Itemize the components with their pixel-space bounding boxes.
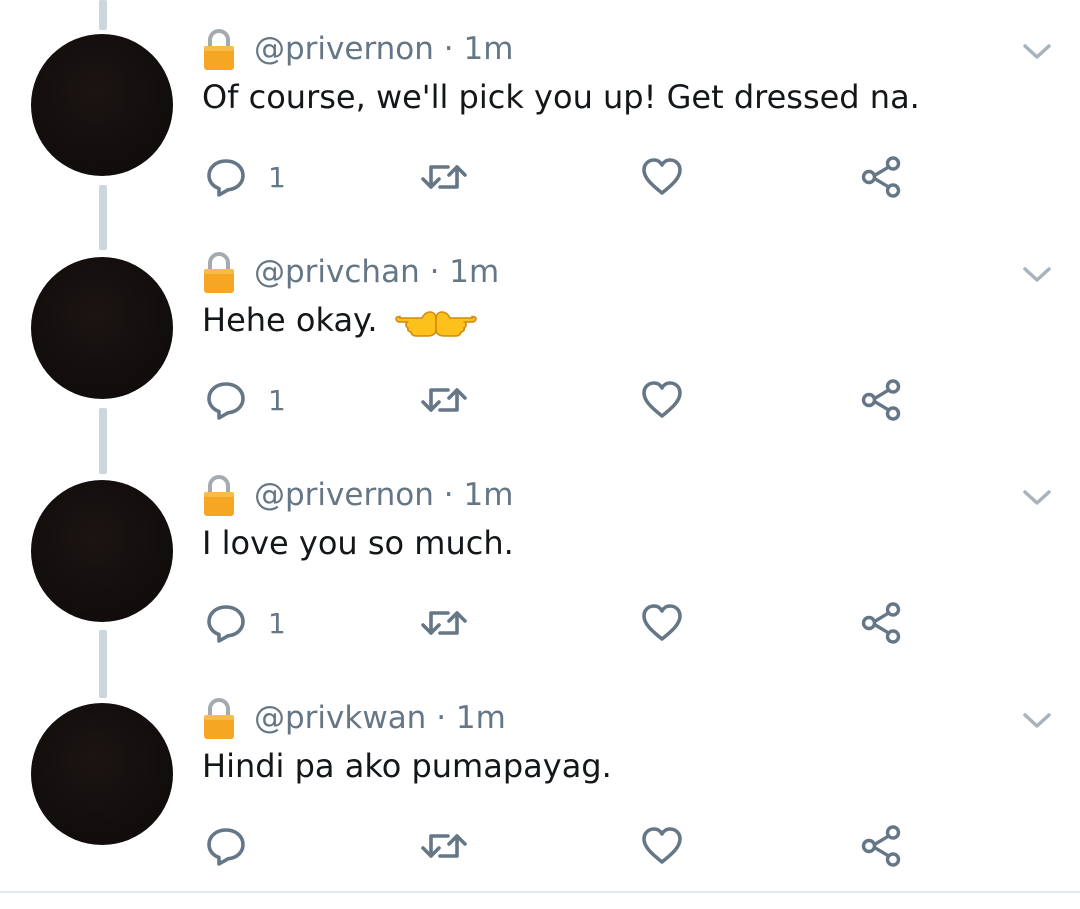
user-handle[interactable]: @privkwan <box>254 700 426 736</box>
retweet-button[interactable] <box>418 375 470 425</box>
retweet-icon <box>421 388 467 412</box>
share-button[interactable] <box>860 375 904 425</box>
tweet-header: @privernon · 1m <box>202 470 513 520</box>
chevron-down-icon[interactable] <box>1018 705 1056 735</box>
share-button[interactable] <box>860 598 904 648</box>
divider <box>0 891 1080 893</box>
retweet-button[interactable] <box>418 152 470 202</box>
lock-icon <box>204 252 234 293</box>
timestamp[interactable]: 1m <box>449 254 499 290</box>
reply-icon <box>207 828 245 866</box>
reply-count: 1 <box>268 160 286 194</box>
heart-icon <box>642 158 682 195</box>
timestamp[interactable]: 1m <box>456 700 506 736</box>
separator: · <box>426 700 456 736</box>
share-icon <box>861 602 901 644</box>
reply-count: 1 <box>268 606 286 640</box>
retweet-button[interactable] <box>418 821 470 871</box>
chevron-down-icon[interactable] <box>1018 36 1056 66</box>
tweet-header: @privchan · 1m <box>202 247 499 297</box>
user-handle[interactable]: @privernon <box>254 31 434 67</box>
retweet-icon <box>421 611 467 635</box>
tweet-actions: 1 <box>0 598 1080 648</box>
like-button[interactable] <box>640 152 684 202</box>
share-icon <box>861 156 901 198</box>
timestamp[interactable]: 1m <box>463 477 513 513</box>
like-button[interactable] <box>640 821 684 871</box>
separator: · <box>433 477 464 513</box>
separator: · <box>419 254 450 290</box>
tweet-text-content: Hehe okay. <box>202 301 378 339</box>
chevron-down-icon[interactable] <box>1018 259 1056 289</box>
share-button[interactable] <box>860 821 904 871</box>
user-handle[interactable]: @privernon <box>254 477 434 513</box>
reply-button[interactable]: 1 <box>204 598 286 648</box>
heart-icon <box>642 604 682 641</box>
like-button[interactable] <box>640 375 684 425</box>
share-icon <box>861 379 901 421</box>
tweet-text-content: Of course, we'll pick you up! Get dresse… <box>202 78 920 116</box>
tweet[interactable]: @privernon · 1m I love you so much. 1 <box>0 446 1080 669</box>
reply-button[interactable]: 1 <box>204 152 286 202</box>
lock-icon <box>204 475 234 516</box>
like-button[interactable] <box>640 598 684 648</box>
tweet-actions <box>0 821 1080 871</box>
tweet-text-content: Hindi pa ako pumapayag. <box>202 747 612 785</box>
tweet[interactable]: @privchan · 1m Hehe okay. 1 <box>0 223 1080 446</box>
tweet-text: Hindi pa ako pumapayag. <box>202 743 612 789</box>
tweet[interactable]: @privernon · 1m Of course, we'll pick yo… <box>0 0 1080 223</box>
retweet-icon <box>421 165 467 189</box>
heart-icon <box>642 381 682 418</box>
retweet-button[interactable] <box>418 598 470 648</box>
share-button[interactable] <box>860 152 904 202</box>
lock-icon <box>204 698 234 739</box>
chevron-down-icon[interactable] <box>1018 482 1056 512</box>
share-icon <box>861 825 901 867</box>
tweet-actions: 1 <box>0 152 1080 202</box>
tweet-header: @privernon · 1m <box>202 24 513 74</box>
reply-icon <box>207 605 245 643</box>
timestamp[interactable]: 1m <box>463 31 513 67</box>
tweet-text-content: I love you so much. <box>202 524 514 562</box>
tweet[interactable]: @privkwan · 1m Hindi pa ako pumapayag. <box>0 669 1080 892</box>
reply-count: 1 <box>268 383 286 417</box>
reply-button[interactable]: 1 <box>204 375 286 425</box>
tweet-actions: 1 <box>0 375 1080 425</box>
separator: · <box>433 31 464 67</box>
lock-icon <box>204 29 234 70</box>
tweet-header: @privkwan · 1m <box>202 693 506 743</box>
reply-icon <box>207 382 245 420</box>
reply-icon <box>207 159 245 197</box>
heart-icon <box>642 827 682 864</box>
conversation-thread: @privernon · 1m Of course, we'll pick yo… <box>0 0 1080 909</box>
retweet-icon <box>421 834 467 858</box>
tweet-text: Hehe okay. <box>202 297 478 343</box>
tweet-text: Of course, we'll pick you up! Get dresse… <box>202 74 920 120</box>
reply-button[interactable] <box>204 821 268 871</box>
user-handle[interactable]: @privchan <box>254 254 420 290</box>
tweet-text: I love you so much. <box>202 520 514 566</box>
pointing-fingers-emoji <box>394 311 477 337</box>
